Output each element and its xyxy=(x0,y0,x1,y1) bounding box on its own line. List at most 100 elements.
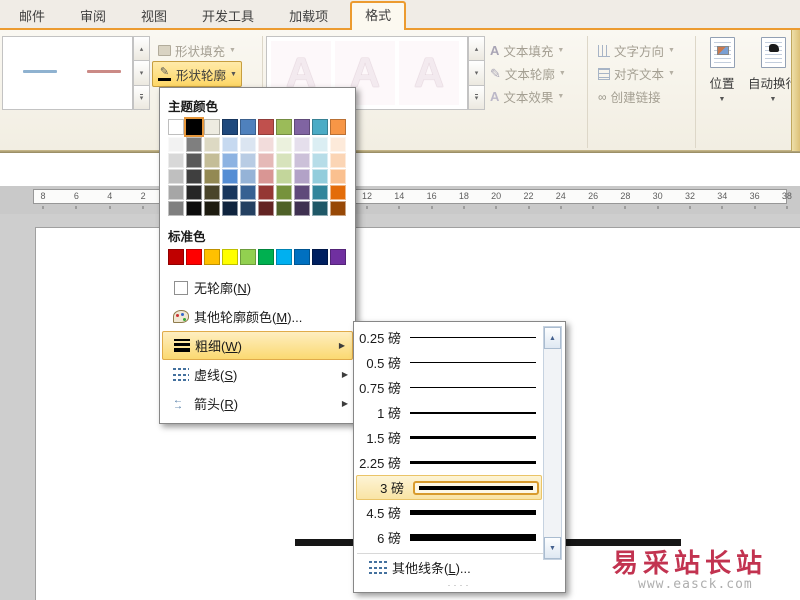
scrollbar-track[interactable] xyxy=(544,349,561,537)
theme-color-tint[interactable] xyxy=(186,185,202,200)
theme-color-swatch[interactable] xyxy=(240,119,256,135)
theme-color-swatch[interactable] xyxy=(186,119,202,135)
no-outline-item[interactable]: 无轮廓(N) xyxy=(160,273,355,302)
theme-color-tint[interactable] xyxy=(240,185,256,200)
scroll-down-icon[interactable]: ▼ xyxy=(544,537,561,559)
theme-color-tint[interactable] xyxy=(204,185,220,200)
shape-outline-button[interactable]: ✎ 形状轮廓 ▼ xyxy=(152,61,242,87)
theme-color-tint[interactable] xyxy=(258,153,274,168)
theme-color-tint[interactable] xyxy=(168,137,184,152)
arrows-item[interactable]: ←→箭头(R)▶ xyxy=(160,389,355,418)
theme-color-tint[interactable] xyxy=(168,169,184,184)
theme-color-tint[interactable] xyxy=(240,137,256,152)
theme-color-tint[interactable] xyxy=(168,201,184,216)
theme-color-tint[interactable] xyxy=(240,169,256,184)
theme-color-tint[interactable] xyxy=(312,169,328,184)
gallery-scroll-down-button[interactable]: ▾ xyxy=(133,61,150,85)
ribbon-tab[interactable]: 格式 xyxy=(350,1,406,30)
theme-color-swatch[interactable] xyxy=(312,119,328,135)
theme-color-tint[interactable] xyxy=(276,137,292,152)
weight-option[interactable]: 1.5 磅 xyxy=(354,425,540,450)
menu-resize-grip[interactable]: ···· xyxy=(354,581,565,590)
theme-color-tint[interactable] xyxy=(168,153,184,168)
theme-color-swatch[interactable] xyxy=(276,119,292,135)
theme-color-tint[interactable] xyxy=(312,185,328,200)
theme-color-swatch[interactable] xyxy=(168,119,184,135)
standard-color-swatch[interactable] xyxy=(276,249,292,265)
theme-color-tint[interactable] xyxy=(168,185,184,200)
theme-color-tint[interactable] xyxy=(222,201,238,216)
theme-color-tint[interactable] xyxy=(330,185,346,200)
gallery-more-button[interactable]: ▾ xyxy=(133,86,150,110)
more-outline-colors-item[interactable]: 其他轮廓颜色(M)... xyxy=(160,302,355,331)
standard-color-swatch[interactable] xyxy=(312,249,328,265)
standard-color-swatch[interactable] xyxy=(240,249,256,265)
standard-color-swatch[interactable] xyxy=(258,249,274,265)
create-link-button[interactable]: ∞ 创建链接 xyxy=(594,85,665,108)
theme-color-tint[interactable] xyxy=(204,137,220,152)
theme-color-tint[interactable] xyxy=(276,201,292,216)
text-effects-button[interactable]: A 文本效果 ▼ xyxy=(486,85,568,108)
standard-color-swatch[interactable] xyxy=(168,249,184,265)
theme-color-swatch[interactable] xyxy=(222,119,238,135)
weight-option[interactable]: 0.75 磅 xyxy=(354,375,540,400)
theme-color-swatch[interactable] xyxy=(258,119,274,135)
theme-color-tint[interactable] xyxy=(312,137,328,152)
text-outline-button[interactable]: ✎ 文本轮廓 ▼ xyxy=(486,62,570,85)
theme-color-tint[interactable] xyxy=(330,137,346,152)
shape-style-preview-red[interactable] xyxy=(87,70,121,73)
standard-color-swatch[interactable] xyxy=(204,249,220,265)
gallery-scroll-down-button[interactable]: ▾ xyxy=(468,61,485,85)
theme-color-tint[interactable] xyxy=(204,201,220,216)
ribbon-tab[interactable]: 审阅 xyxy=(67,4,119,30)
weight-option[interactable]: 1 磅 xyxy=(354,400,540,425)
position-button[interactable]: 位置 ▼ xyxy=(698,34,746,114)
theme-color-tint[interactable] xyxy=(294,185,310,200)
standard-color-swatch[interactable] xyxy=(186,249,202,265)
theme-color-tint[interactable] xyxy=(222,169,238,184)
standard-color-swatch[interactable] xyxy=(222,249,238,265)
shape-style-preview-blue[interactable] xyxy=(23,70,57,73)
theme-color-tint[interactable] xyxy=(276,169,292,184)
theme-color-tint[interactable] xyxy=(294,137,310,152)
theme-color-tint[interactable] xyxy=(258,137,274,152)
ribbon-tab[interactable]: 邮件 xyxy=(6,4,58,30)
shape-fill-button[interactable]: 形状填充 ▼ xyxy=(154,39,240,62)
theme-color-tint[interactable] xyxy=(294,169,310,184)
weight-option[interactable]: 0.25 磅 xyxy=(354,325,540,350)
weight-option[interactable]: 4.5 磅 xyxy=(354,500,540,525)
theme-color-tint[interactable] xyxy=(186,153,202,168)
theme-color-tint[interactable] xyxy=(258,169,274,184)
text-direction-button[interactable]: 文字方向 ▼ xyxy=(594,39,679,62)
scroll-up-icon[interactable]: ▲ xyxy=(544,327,561,349)
theme-color-tint[interactable] xyxy=(294,153,310,168)
theme-color-swatch[interactable] xyxy=(330,119,346,135)
theme-color-tint[interactable] xyxy=(330,169,346,184)
theme-color-tint[interactable] xyxy=(330,153,346,168)
standard-color-swatch[interactable] xyxy=(330,249,346,265)
submenu-scrollbar[interactable]: ▲ ▼ xyxy=(543,326,562,560)
theme-color-tint[interactable] xyxy=(240,153,256,168)
theme-color-tint[interactable] xyxy=(186,137,202,152)
theme-color-tint[interactable] xyxy=(222,153,238,168)
wordart-sample[interactable]: A xyxy=(399,41,459,105)
theme-color-tint[interactable] xyxy=(240,201,256,216)
theme-color-tint[interactable] xyxy=(276,153,292,168)
gallery-scroll-up-button[interactable]: ▴ xyxy=(133,36,150,61)
weight-option[interactable]: 6 磅 xyxy=(354,525,540,550)
theme-color-tint[interactable] xyxy=(294,201,310,216)
theme-color-tint[interactable] xyxy=(276,185,292,200)
theme-color-tint[interactable] xyxy=(222,137,238,152)
gallery-scroll-up-button[interactable]: ▴ xyxy=(468,36,485,61)
theme-color-tint[interactable] xyxy=(204,153,220,168)
theme-color-swatch[interactable] xyxy=(204,119,220,135)
more-lines-item[interactable]: 其他线条(L)... xyxy=(354,554,565,581)
weight-option[interactable]: 3 磅 xyxy=(356,475,542,500)
shape-style-gallery[interactable] xyxy=(2,36,133,110)
theme-color-tint[interactable] xyxy=(312,153,328,168)
dashes-item[interactable]: 虚线(S)▶ xyxy=(160,360,355,389)
ribbon-tab[interactable]: 加载项 xyxy=(276,4,341,30)
theme-color-tint[interactable] xyxy=(330,201,346,216)
weight-option[interactable]: 0.5 磅 xyxy=(354,350,540,375)
ribbon-tab[interactable]: 开发工具 xyxy=(189,4,267,30)
